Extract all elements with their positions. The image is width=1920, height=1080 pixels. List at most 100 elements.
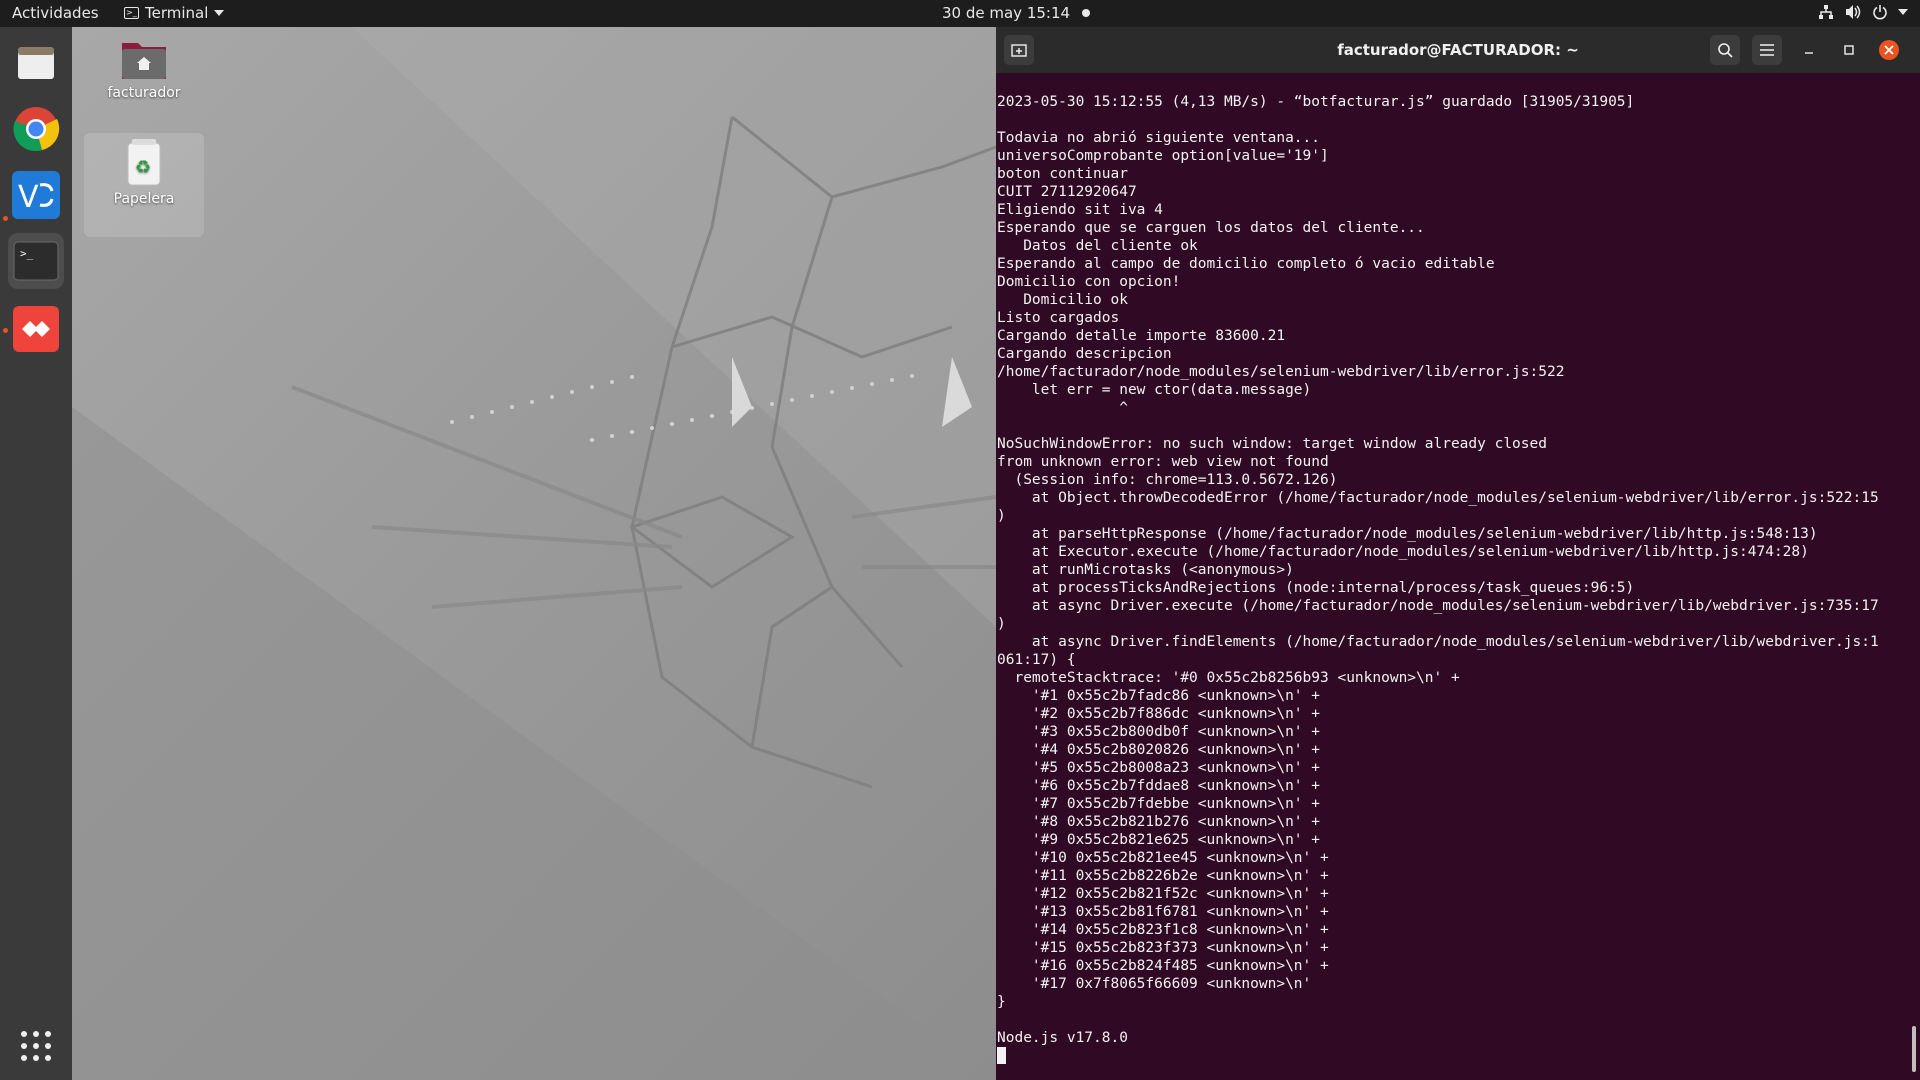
terminal-line: '#9 0x55c2b821e625 <unknown>\n' + [997,832,1321,848]
terminal-line: from unknown error: web view not found [997,454,1329,470]
terminal-line: '#13 0x55c2b81f6781 <unknown>\n' + [997,904,1329,920]
terminal-line: '#14 0x55c2b823f1c8 <unknown>\n' + [997,922,1329,938]
vscode-dock-item[interactable]: V [8,167,64,223]
desktop: facturador ♻ Papelera [72,27,996,1080]
terminal-line: /home/facturador/node_modules/selenium-w… [997,364,1565,380]
app-menu[interactable]: >_ Terminal [124,4,225,22]
terminal-output[interactable]: 2023-05-30 15:12:55 (4,13 MB/s) - “botfa… [997,73,1917,1080]
desktop-icon-home[interactable]: facturador [84,33,204,123]
dock: V >_ [0,27,72,1080]
trash-icon: ♻ [127,139,161,186]
menu-button[interactable] [1752,35,1782,65]
terminal-line: '#5 0x55c2b8008a23 <unknown>\n' + [997,760,1321,776]
search-icon [1718,43,1733,58]
files-icon [18,47,54,79]
terminal-line: Datos del cliente ok [997,238,1198,254]
chevron-down-icon [214,10,225,16]
terminal-icon: >_ [13,241,59,281]
terminal-line: at Object.throwDecodedError (/home/factu… [997,490,1879,506]
terminal-line: Domicilio con opcion! [997,274,1181,290]
minimize-button[interactable] [1794,35,1824,65]
terminal-app-icon: >_ [124,7,139,19]
chrome-icon [13,107,60,151]
terminal-line: '#7 0x55c2b7fdebbe <unknown>\n' + [997,796,1321,812]
terminal-line: Esperando que se carguen los datos del c… [997,220,1425,236]
search-button[interactable] [1710,35,1740,65]
terminal-line: '#16 0x55c2b824f485 <unknown>\n' + [997,958,1329,974]
terminal-dock-item[interactable]: >_ [8,233,64,289]
terminal-line: '#15 0x55c2b823f373 <unknown>\n' + [997,940,1329,956]
terminal-line: CUIT 27112920647 [997,184,1137,200]
terminal-line: } [997,994,1006,1010]
maximize-button[interactable] [1834,35,1864,65]
anydesk-icon [13,306,59,352]
files-dock-item[interactable] [8,35,64,91]
show-applications-button[interactable] [18,1028,54,1064]
terminal-line: Todavia no abrió siguiente ventana... [997,130,1321,146]
terminal-line: 2023-05-30 15:12:55 (4,13 MB/s) - “botfa… [997,94,1635,110]
desktop-icon-label: Papelera [113,191,175,207]
activities-button[interactable]: Actividades [12,4,99,22]
volume-icon [1846,5,1861,19]
terminal-text: 2023-05-30 15:12:55 (4,13 MB/s) - “botfa… [997,73,1917,1065]
terminal-line: Cargando descripcion [997,346,1172,362]
terminal-line: '#4 0x55c2b8020826 <unknown>\n' + [997,742,1321,758]
terminal-line: at runMicrotasks (<anonymous>) [997,562,1294,578]
terminal-line: at parseHttpResponse (/home/facturador/n… [997,526,1818,542]
terminal-line: Cargando detalle importe 83600.21 [997,328,1286,344]
terminal-line: at Executor.execute (/home/facturador/no… [997,544,1809,560]
clock-label: 30 de may 15:14 [942,4,1071,22]
terminal-line: Eligiendo sit iva 4 [997,202,1163,218]
terminal-line: ) [997,508,1006,524]
scrollbar[interactable] [1912,1026,1916,1072]
terminal-line: NoSuchWindowError: no such window: targe… [997,436,1547,452]
terminal-line: '#3 0x55c2b800db0f <unknown>\n' + [997,724,1321,740]
terminal-line: universoComprobante option[value='19'] [997,148,1329,164]
close-icon [1879,40,1899,60]
svg-text:♻: ♻ [135,157,151,178]
terminal-line: '#10 0x55c2b821ee45 <unknown>\n' + [997,850,1329,866]
terminal-line: remoteStacktrace: '#0 0x55c2b8256b93 <un… [997,670,1460,686]
terminal-line: ) [997,616,1006,632]
network-icon [1819,5,1833,19]
maximize-icon [1844,45,1854,55]
terminal-line: at async Driver.findElements (/home/fact… [997,634,1879,650]
app-grid-icon [21,1031,51,1061]
terminal-line: '#12 0x55c2b821f52c <unknown>\n' + [997,886,1329,902]
terminal-line: Node.js v17.8.0 [997,1030,1128,1046]
svg-text:V: V [18,180,39,215]
minimize-icon [1805,52,1813,54]
chevron-down-icon [1898,9,1908,15]
notification-dot-icon [1082,9,1091,17]
terminal-line: at processTicksAndRejections (node:inter… [997,580,1635,596]
terminal-header-bar[interactable]: facturador@FACTURADOR: ~ [996,27,1920,73]
terminal-line: boton continuar [997,166,1128,182]
top-bar: Actividades >_ Terminal 30 de may 15:14 [0,0,1920,27]
chrome-dock-item[interactable] [8,101,64,157]
terminal-line: Listo cargados [997,310,1120,326]
hamburger-menu-icon [1760,44,1774,56]
system-tray[interactable] [1818,4,1908,20]
terminal-line: '#2 0x55c2b7f886dc <unknown>\n' + [997,706,1321,722]
terminal-line: Domicilio ok [997,292,1128,308]
terminal-window[interactable]: facturador@FACTURADOR: ~ 2023-05-30 15:1… [996,27,1920,1080]
text-cursor [997,1047,1006,1064]
desktop-icon-trash[interactable]: ♻ Papelera [84,133,204,237]
anydesk-dock-item[interactable] [8,301,64,357]
terminal-line: '#17 0x7f8065f66609 <unknown>\n' [997,976,1312,992]
running-indicator [3,216,8,221]
clock[interactable]: 30 de may 15:14 [942,4,1091,22]
terminal-line: (Session info: chrome=113.0.5672.126) [997,472,1338,488]
desktop-icon-label: facturador [107,85,181,101]
terminal-line: let err = new ctor(data.message) [997,382,1312,398]
close-button[interactable] [1874,35,1904,65]
terminal-line: '#6 0x55c2b7fddae8 <unknown>\n' + [997,778,1321,794]
terminal-line: '#1 0x55c2b7fadc86 <unknown>\n' + [997,688,1321,704]
terminal-line: Esperando al campo de domicilio completo… [997,256,1495,272]
svg-text:>_: >_ [20,247,34,260]
vscode-icon: V [12,171,60,219]
wallpaper-graphic [72,27,996,1080]
terminal-line: 061:17) { [997,652,1076,668]
app-menu-label: Terminal [145,4,209,22]
terminal-line: '#11 0x55c2b8226b2e <unknown>\n' + [997,868,1329,884]
